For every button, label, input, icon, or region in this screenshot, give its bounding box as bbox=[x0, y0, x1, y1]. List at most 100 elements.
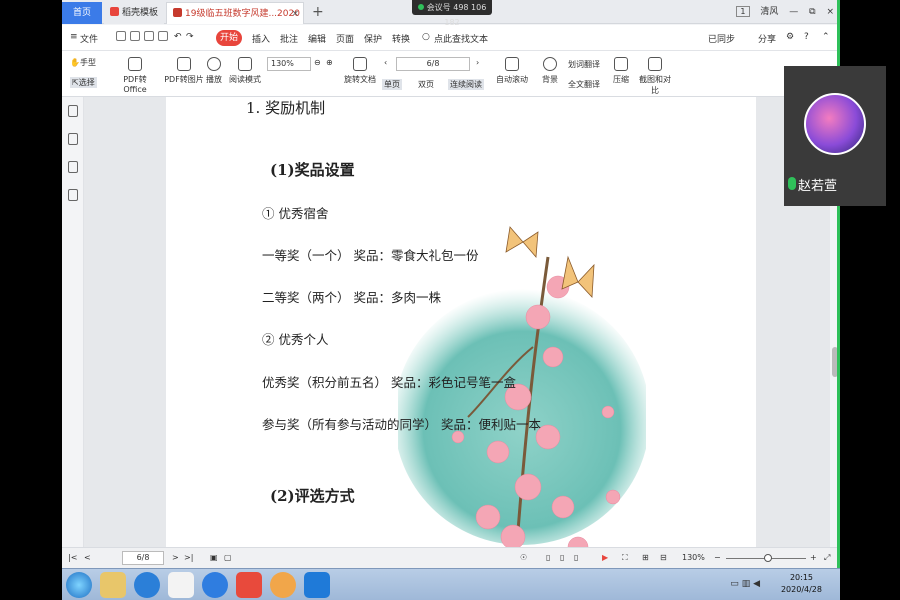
start-button[interactable] bbox=[66, 572, 92, 598]
window-count-badge[interactable]: 1 bbox=[736, 6, 750, 17]
pdf-file-icon bbox=[173, 8, 182, 17]
tab-home[interactable]: 首页 bbox=[62, 2, 102, 24]
close-window-button[interactable]: × bbox=[826, 7, 834, 17]
bookmark-icon[interactable] bbox=[68, 133, 78, 145]
close-tab-icon[interactable]: × bbox=[291, 3, 299, 25]
menu-icon[interactable]: ≡ bbox=[70, 32, 78, 42]
tencent-meeting-icon[interactable] bbox=[304, 572, 330, 598]
menu-edit[interactable]: 编辑 bbox=[308, 32, 326, 45]
prev-page-button[interactable]: < bbox=[84, 553, 91, 562]
file-explorer-icon[interactable] bbox=[100, 572, 126, 598]
menu-insert[interactable]: 插入 bbox=[252, 32, 270, 45]
status-zoom-in-icon[interactable]: + bbox=[810, 553, 817, 562]
volume-icon[interactable]: ◀ bbox=[753, 579, 760, 589]
eye-protect-icon[interactable]: ☉ bbox=[520, 553, 527, 562]
zoom-out-icon[interactable]: ⊖ bbox=[314, 58, 321, 67]
split-view-icon[interactable]: ⊞ bbox=[642, 553, 649, 562]
pdf-to-office-button[interactable]: PDF转Office bbox=[112, 57, 158, 94]
expand-icon[interactable]: ⤢ bbox=[824, 553, 830, 563]
new-tab-button[interactable]: + bbox=[312, 2, 324, 22]
rotate-document-button[interactable]: 旋转文档 bbox=[342, 57, 378, 85]
thumbnail-icon[interactable] bbox=[68, 105, 78, 117]
zoom-slider[interactable] bbox=[726, 554, 806, 562]
open-icon[interactable] bbox=[116, 31, 126, 41]
continuous-read-label: 连续阅读 bbox=[450, 80, 482, 89]
lion-app-icon[interactable] bbox=[270, 572, 296, 598]
double-page-button[interactable]: 双页 bbox=[418, 79, 434, 90]
rotate-label: 旋转文档 bbox=[344, 75, 376, 84]
status-page-input[interactable]: 6/8 bbox=[122, 551, 164, 565]
zoom-slider-knob[interactable] bbox=[764, 554, 772, 562]
pdf-to-image-button[interactable]: PDF转图片 bbox=[164, 57, 204, 85]
microphone-icon bbox=[788, 177, 796, 190]
zoom-in-icon[interactable]: ⊕ bbox=[326, 58, 333, 67]
system-clock[interactable]: 20:15 2020/4/28 bbox=[781, 572, 822, 596]
annotation-icon[interactable] bbox=[68, 161, 78, 173]
zoom-select[interactable]: 130% bbox=[267, 57, 311, 71]
more-view-icon[interactable]: ⊟ bbox=[660, 553, 667, 562]
menu-file[interactable]: 文件 bbox=[80, 32, 98, 45]
network-icon[interactable]: ▥ bbox=[742, 579, 751, 589]
menu-bar: ≡ 文件 ↶ ↷ 开始 插入 批注 编辑 页面 保护 转换 ○ 点此查找文本 已… bbox=[62, 25, 840, 51]
redo-icon[interactable]: ↷ bbox=[186, 32, 194, 42]
menu-annotate[interactable]: 批注 bbox=[280, 32, 298, 45]
tab-start[interactable]: 开始 bbox=[216, 30, 242, 46]
share-button[interactable]: 分享 bbox=[758, 32, 776, 45]
settings-icon[interactable]: ⚙ bbox=[786, 32, 794, 42]
fit-page-icon[interactable]: ▣ bbox=[210, 553, 218, 562]
subsection-prizes: (1)奖品设置 bbox=[270, 161, 355, 179]
sogou-icon[interactable] bbox=[202, 572, 228, 598]
kugou-icon[interactable] bbox=[134, 572, 160, 598]
next-page-button[interactable]: > bbox=[172, 553, 179, 562]
prev-page-icon[interactable]: ‹ bbox=[384, 58, 387, 67]
print-icon[interactable] bbox=[144, 31, 154, 41]
menu-protect[interactable]: 保护 bbox=[364, 32, 382, 45]
continuous-read-button[interactable]: 连续阅读 bbox=[448, 79, 484, 90]
meeting-id-banner[interactable]: 会议号 498 106 182 bbox=[412, 0, 492, 27]
auto-scroll-button[interactable]: 自动滚动 bbox=[494, 57, 530, 85]
help-icon[interactable]: ? bbox=[804, 32, 809, 42]
attachment-icon[interactable] bbox=[68, 189, 78, 201]
menu-page[interactable]: 页面 bbox=[336, 32, 354, 45]
search-icon[interactable]: ○ bbox=[422, 32, 430, 42]
read-mode-button[interactable]: 阅读模式 bbox=[228, 57, 262, 85]
view-double-icon[interactable]: ▯ bbox=[560, 553, 564, 562]
webcam-overlay[interactable]: 赵若萱 bbox=[784, 66, 886, 206]
find-text-button[interactable]: 点此查找文本 bbox=[434, 32, 488, 45]
play-button[interactable]: 播放 bbox=[204, 57, 224, 85]
compress-button[interactable]: 压缩 bbox=[610, 57, 632, 85]
single-page-button[interactable]: 单页 bbox=[382, 79, 402, 90]
status-zoom-out-icon[interactable]: − bbox=[714, 553, 721, 562]
select-tool[interactable]: ⇱选择 bbox=[70, 77, 97, 88]
keyboard-icon[interactable]: ▭ bbox=[730, 579, 739, 589]
translate-full-button[interactable]: 全文翻译 bbox=[568, 79, 600, 90]
save-icon[interactable] bbox=[130, 31, 140, 41]
next-page-icon[interactable]: › bbox=[476, 58, 479, 67]
view-single-icon[interactable]: ▯ bbox=[546, 553, 550, 562]
document-viewport[interactable]: 1. 奖励机制 (1)奖品设置 ① 优秀宿舍 一等奖（一个） 奖品：零食大礼包一… bbox=[84, 97, 840, 547]
wps-office-icon[interactable] bbox=[236, 572, 262, 598]
photos-app-icon[interactable] bbox=[168, 572, 194, 598]
fullscreen-icon[interactable]: ⛶ bbox=[622, 553, 628, 563]
page-number-input[interactable]: 6/8 bbox=[396, 57, 470, 71]
status-zoom-select[interactable]: 130% bbox=[682, 553, 705, 562]
undo-icon[interactable]: ↶ bbox=[174, 32, 182, 42]
collapse-ribbon-icon[interactable]: ⌃ bbox=[822, 32, 830, 42]
preview-icon[interactable] bbox=[158, 31, 168, 41]
menu-convert[interactable]: 转换 bbox=[392, 32, 410, 45]
view-continuous-icon[interactable]: ▯ bbox=[574, 553, 578, 562]
restore-button[interactable]: ⧉ bbox=[809, 7, 815, 17]
minimize-button[interactable]: — bbox=[789, 7, 798, 17]
fit-width-icon[interactable]: ▢ bbox=[224, 553, 232, 562]
translate-word-button[interactable]: 划词翻译 bbox=[568, 59, 600, 70]
play-slideshow-icon[interactable]: ▶ bbox=[602, 553, 608, 562]
background-button[interactable]: 背景 bbox=[538, 57, 562, 85]
sync-status[interactable]: 已同步 bbox=[708, 32, 735, 45]
first-page-button[interactable]: |< bbox=[68, 553, 77, 562]
screenshot-compare-button[interactable]: 截图和对比 bbox=[636, 57, 674, 96]
hand-tool[interactable]: ✋手型 bbox=[70, 57, 96, 68]
tab-pdf-document[interactable]: 19级临五班数字风建...2020春 ) .pdf× bbox=[166, 2, 304, 41]
last-page-button[interactable]: >| bbox=[184, 553, 193, 562]
user-name[interactable]: 清风 bbox=[760, 7, 778, 17]
tab-template[interactable]: 稻壳模板 bbox=[104, 2, 164, 24]
